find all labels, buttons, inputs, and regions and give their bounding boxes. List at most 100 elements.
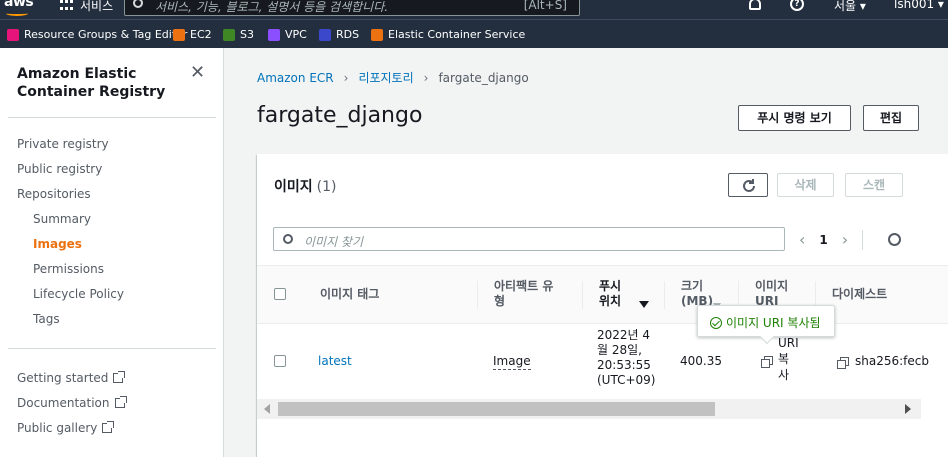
copy-icon[interactable] bbox=[837, 357, 849, 369]
services-menu[interactable]: 서비스 bbox=[80, 0, 113, 14]
chevron-right-icon: › bbox=[423, 70, 429, 85]
favorite-label: Resource Groups & Tag Editor bbox=[24, 28, 188, 41]
size-cell: 400.35 bbox=[680, 354, 722, 368]
delete-button[interactable]: 삭제 bbox=[777, 173, 834, 197]
digest-cell: sha256:fecb bbox=[837, 354, 929, 369]
favorite-s3[interactable]: S3 bbox=[223, 28, 254, 41]
column-divider[interactable] bbox=[477, 281, 478, 309]
search-icon bbox=[133, 0, 143, 8]
link-label: Public gallery bbox=[17, 421, 98, 435]
breadcrumb: Amazon ECR › 리포지토리 › fargate_django bbox=[257, 69, 529, 86]
favorite-label: Elastic Container Service bbox=[388, 28, 526, 41]
vpc-icon bbox=[268, 28, 280, 41]
digest-value: sha256:fecb bbox=[855, 354, 929, 368]
scroll-left-arrow-icon[interactable] bbox=[264, 404, 270, 414]
scroll-right-arrow-icon[interactable] bbox=[905, 404, 911, 414]
edit-button[interactable]: 편집 bbox=[863, 105, 919, 131]
column-header-digest[interactable]: 다이제스트 bbox=[832, 287, 887, 302]
resource-groups-icon bbox=[7, 28, 19, 41]
ecs-icon bbox=[371, 28, 383, 41]
breadcrumb-current: fargate_django bbox=[438, 70, 529, 85]
scrollbar-thumb[interactable] bbox=[278, 402, 715, 416]
image-tag-link[interactable]: latest bbox=[318, 354, 352, 368]
tooltip-text: 이미지 URI 복사됨 bbox=[726, 316, 821, 330]
page-title: fargate_django bbox=[257, 103, 423, 128]
favorites-bar: Resource Groups & Tag Editor EC2 S3 VPC … bbox=[0, 19, 948, 48]
region-selector[interactable]: 서울 ▾ bbox=[834, 0, 866, 14]
favorite-rds[interactable]: RDS bbox=[319, 28, 359, 41]
link-label: Getting started bbox=[17, 371, 109, 385]
sidebar-item-images[interactable]: Images bbox=[33, 237, 82, 251]
panel-title-text: 이미지 bbox=[274, 179, 313, 195]
chevron-left-icon[interactable]: ‹ bbox=[799, 232, 805, 248]
global-search-input[interactable]: 서비스, 기능, 블로그, 설명서 등을 검색합니다. [Alt+S] bbox=[124, 0, 580, 16]
favorite-label: RDS bbox=[336, 28, 360, 41]
sidebar-item-private-registry[interactable]: Private registry bbox=[17, 137, 109, 151]
divider bbox=[862, 230, 864, 250]
column-header-artifact-type[interactable]: 아티팩트 유형 bbox=[494, 279, 564, 309]
scan-button[interactable]: 스캔 bbox=[845, 173, 903, 197]
documentation-link[interactable]: Documentation bbox=[17, 396, 127, 410]
top-navigation: aws 서비스 서비스, 기능, 블로그, 설명서 등을 검색합니다. [Alt… bbox=[0, 0, 948, 19]
sidebar: Amazon Elastic Container Registry ✕ Priv… bbox=[0, 48, 224, 457]
chevron-right-icon[interactable]: › bbox=[842, 232, 848, 248]
link-label: Documentation bbox=[17, 396, 110, 410]
search-shortcut: [Alt+S] bbox=[523, 0, 567, 12]
help-icon[interactable]: ? bbox=[790, 0, 804, 11]
view-push-commands-button[interactable]: 푸시 명령 보기 bbox=[738, 105, 851, 131]
sidebar-item-summary[interactable]: Summary bbox=[33, 212, 91, 226]
sidebar-item-tags[interactable]: Tags bbox=[33, 312, 60, 326]
notifications-bell-icon[interactable] bbox=[749, 0, 761, 10]
refresh-icon bbox=[743, 179, 755, 192]
favorite-vpc[interactable]: VPC bbox=[268, 28, 307, 41]
image-search-input[interactable]: 이미지 찾기 bbox=[273, 227, 785, 251]
services-grid-icon[interactable] bbox=[60, 0, 74, 12]
column-header-pushed-at[interactable]: 푸시 위치 bbox=[599, 279, 633, 309]
favorite-ec2[interactable]: EC2 bbox=[173, 28, 212, 41]
artifact-type-value[interactable]: Image bbox=[493, 354, 531, 370]
aws-logo[interactable]: aws bbox=[4, 0, 34, 10]
column-header-image-tag[interactable]: 이미지 태그 bbox=[320, 287, 379, 302]
favorite-label: S3 bbox=[240, 28, 254, 41]
horizontal-scrollbar[interactable] bbox=[257, 399, 921, 419]
images-panel: 이미지 (1) 삭제 스캔 이미지 찾기 ‹ 1 › 이미지 태그 아티팩트 유형… bbox=[257, 154, 948, 457]
column-divider[interactable] bbox=[664, 281, 665, 309]
aws-smile-icon bbox=[6, 11, 28, 16]
copy-uri-label: URI 복사 bbox=[778, 336, 799, 382]
sort-descending-icon bbox=[631, 297, 649, 311]
check-circle-icon bbox=[710, 317, 722, 329]
page-number[interactable]: 1 bbox=[819, 233, 827, 247]
getting-started-link[interactable]: Getting started bbox=[17, 371, 126, 385]
row-checkbox[interactable] bbox=[274, 355, 286, 367]
account-menu[interactable]: lsh001 ▾ bbox=[894, 0, 944, 11]
uri-copied-tooltip: 이미지 URI 복사됨 bbox=[697, 305, 835, 345]
search-placeholder: 서비스, 기능, 블로그, 설명서 등을 검색합니다. bbox=[155, 0, 389, 14]
sidebar-item-lifecycle-policy[interactable]: Lifecycle Policy bbox=[33, 287, 124, 301]
column-divider[interactable] bbox=[582, 281, 583, 309]
sidebar-item-permissions[interactable]: Permissions bbox=[33, 262, 104, 276]
public-gallery-link[interactable]: Public gallery bbox=[17, 421, 115, 435]
breadcrumb-amazon-ecr[interactable]: Amazon ECR bbox=[257, 71, 334, 85]
pagination: ‹ 1 › bbox=[799, 230, 864, 250]
favorite-ecs[interactable]: Elastic Container Service bbox=[371, 28, 525, 41]
favorite-label: EC2 bbox=[190, 28, 212, 41]
favorite-resource-groups[interactable]: Resource Groups & Tag Editor bbox=[7, 28, 187, 41]
rds-icon bbox=[319, 28, 331, 41]
breadcrumb-repositories[interactable]: 리포지토리 bbox=[358, 69, 413, 86]
ec2-icon bbox=[173, 28, 185, 41]
sidebar-title: Amazon Elastic Container Registry bbox=[17, 66, 166, 100]
s3-icon bbox=[223, 28, 235, 41]
pushed-at-cell: 2022년 4 월 28일, 20:53:55 (UTC+09) bbox=[597, 328, 656, 387]
chevron-right-icon: › bbox=[343, 70, 349, 85]
sidebar-item-public-registry[interactable]: Public registry bbox=[17, 162, 102, 176]
refresh-button[interactable] bbox=[728, 173, 768, 197]
external-link-icon bbox=[102, 421, 115, 433]
divider bbox=[8, 348, 216, 349]
gear-icon[interactable] bbox=[888, 233, 901, 246]
select-all-checkbox[interactable] bbox=[274, 288, 286, 300]
sidebar-item-repositories[interactable]: Repositories bbox=[17, 187, 91, 201]
tooltip-tail bbox=[759, 329, 775, 345]
close-icon[interactable]: ✕ bbox=[190, 62, 205, 83]
divider bbox=[8, 117, 216, 118]
panel-title: 이미지 (1) bbox=[274, 176, 336, 196]
